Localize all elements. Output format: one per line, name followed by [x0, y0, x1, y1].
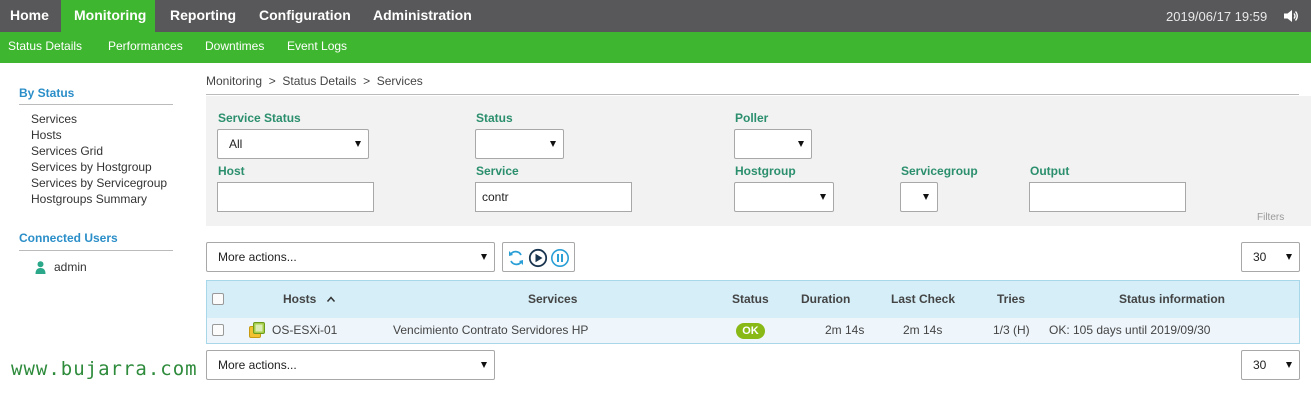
- host-label: Host: [218, 164, 245, 178]
- chevron-down-icon: [481, 254, 487, 260]
- service-status-value: All: [229, 137, 243, 151]
- column-status[interactable]: Status: [732, 281, 769, 318]
- servicegroup-label: Servicegroup: [901, 164, 978, 178]
- page-size-value: 30: [1253, 358, 1267, 372]
- sidebar-by-status-title: By Status: [19, 86, 75, 100]
- host-vm-icon: [249, 322, 265, 338]
- chevron-down-icon: [1286, 254, 1292, 260]
- divider: [19, 104, 173, 105]
- sidebar-item-hostgroups-summary[interactable]: Hostgroups Summary: [31, 191, 147, 207]
- more-actions-select-top[interactable]: More actions...: [206, 242, 495, 272]
- column-tries[interactable]: Tries: [997, 281, 1025, 318]
- sidebar-item-services[interactable]: Services: [31, 111, 77, 127]
- tries-value: 1/3 (H): [993, 323, 1030, 337]
- tab-administration[interactable]: Administration: [373, 0, 472, 32]
- servicegroup-select[interactable]: [900, 182, 938, 212]
- poller-select[interactable]: [734, 129, 812, 159]
- chevron-down-icon: [923, 194, 929, 200]
- tab-monitoring[interactable]: Monitoring: [61, 0, 155, 32]
- select-all-checkbox[interactable]: [212, 293, 224, 305]
- column-last-check[interactable]: Last Check: [891, 281, 955, 318]
- hostgroup-label: Hostgroup: [735, 164, 796, 178]
- connected-user-name[interactable]: admin: [54, 259, 87, 275]
- more-actions-select-bottom[interactable]: More actions...: [206, 350, 495, 380]
- pause-icon[interactable]: [550, 248, 570, 268]
- top-navigation: Home Monitoring Reporting Configuration …: [0, 0, 1311, 32]
- output-label: Output: [1030, 164, 1070, 178]
- status-information-value: OK: 105 days until 2019/09/30: [1049, 323, 1211, 337]
- sidebar-item-hosts[interactable]: Hosts: [31, 127, 62, 143]
- page-size-select-top[interactable]: 30: [1241, 242, 1300, 272]
- host-name-link[interactable]: OS-ESXi-01: [272, 318, 337, 343]
- service-status-label: Service Status: [218, 111, 301, 125]
- chevron-down-icon: [550, 141, 556, 147]
- user-icon: [35, 261, 46, 274]
- duration-value: 2m 14s: [825, 323, 865, 337]
- table-row[interactable]: OS-ESXi-01 Vencimiento Contrato Servidor…: [207, 318, 1299, 343]
- more-actions-label: More actions...: [218, 250, 297, 264]
- page-size-value: 30: [1253, 250, 1267, 264]
- host-input[interactable]: [217, 182, 374, 212]
- watermark: www.bujarra.com: [11, 358, 198, 380]
- chevron-down-icon: [820, 194, 826, 200]
- column-status-information: Status information: [1119, 292, 1226, 306]
- row-checkbox[interactable]: [212, 324, 224, 336]
- sidebar-item-services-grid[interactable]: Services Grid: [31, 143, 103, 159]
- poller-label: Poller: [735, 111, 769, 125]
- speaker-icon[interactable]: [1283, 9, 1299, 23]
- service-input[interactable]: [475, 182, 632, 212]
- services-table: Hosts Services Status Duration Last Chec…: [206, 280, 1300, 344]
- service-name-link[interactable]: Vencimiento Contrato Servidores HP: [393, 318, 588, 343]
- column-duration[interactable]: Duration: [801, 281, 850, 318]
- status-badge: OK: [736, 323, 765, 339]
- column-hosts[interactable]: Hosts: [283, 281, 316, 318]
- divider: [19, 250, 173, 251]
- status-label: Status: [476, 111, 513, 125]
- subnav-downtimes[interactable]: Downtimes: [205, 32, 264, 61]
- sub-navigation: Status Details Performances Downtimes Ev…: [0, 32, 1311, 63]
- subnav-event-logs[interactable]: Event Logs: [287, 32, 347, 61]
- sidebar-item-services-by-servicegroup[interactable]: Services by Servicegroup: [31, 175, 167, 191]
- filters-toggle-link[interactable]: Filters: [1257, 212, 1284, 223]
- column-services[interactable]: Services: [528, 281, 577, 318]
- chevron-down-icon: [798, 141, 804, 147]
- hostgroup-select[interactable]: [734, 182, 834, 212]
- more-actions-label: More actions...: [218, 358, 297, 372]
- chevron-down-icon: [1286, 362, 1292, 368]
- chevron-down-icon: [481, 362, 487, 368]
- output-input[interactable]: [1029, 182, 1186, 212]
- tab-configuration[interactable]: Configuration: [259, 0, 351, 32]
- breadcrumb[interactable]: Monitoring > Status Details > Services: [206, 74, 423, 88]
- page-size-select-bottom[interactable]: 30: [1241, 350, 1300, 380]
- table-header: Hosts Services Status Duration Last Chec…: [207, 281, 1299, 318]
- tab-reporting[interactable]: Reporting: [170, 0, 236, 32]
- last-check-value: 2m 14s: [903, 323, 943, 337]
- refresh-icon[interactable]: [506, 248, 526, 268]
- divider: [206, 94, 1299, 95]
- refresh-controls: [502, 242, 575, 272]
- chevron-down-icon: [355, 141, 361, 147]
- sidebar-connected-users-title: Connected Users: [19, 231, 118, 245]
- status-select[interactable]: [475, 129, 564, 159]
- subnav-performances[interactable]: Performances: [108, 32, 183, 61]
- tab-home[interactable]: Home: [0, 0, 61, 32]
- play-icon[interactable]: [528, 248, 548, 268]
- service-status-select[interactable]: All: [217, 129, 369, 159]
- subnav-status-details[interactable]: Status Details: [8, 32, 82, 61]
- sort-ascending-icon[interactable]: [326, 295, 336, 303]
- clock: 2019/06/17 19:59: [1166, 9, 1268, 24]
- sidebar-item-services-by-hostgroup[interactable]: Services by Hostgroup: [31, 159, 152, 175]
- service-label: Service: [476, 164, 519, 178]
